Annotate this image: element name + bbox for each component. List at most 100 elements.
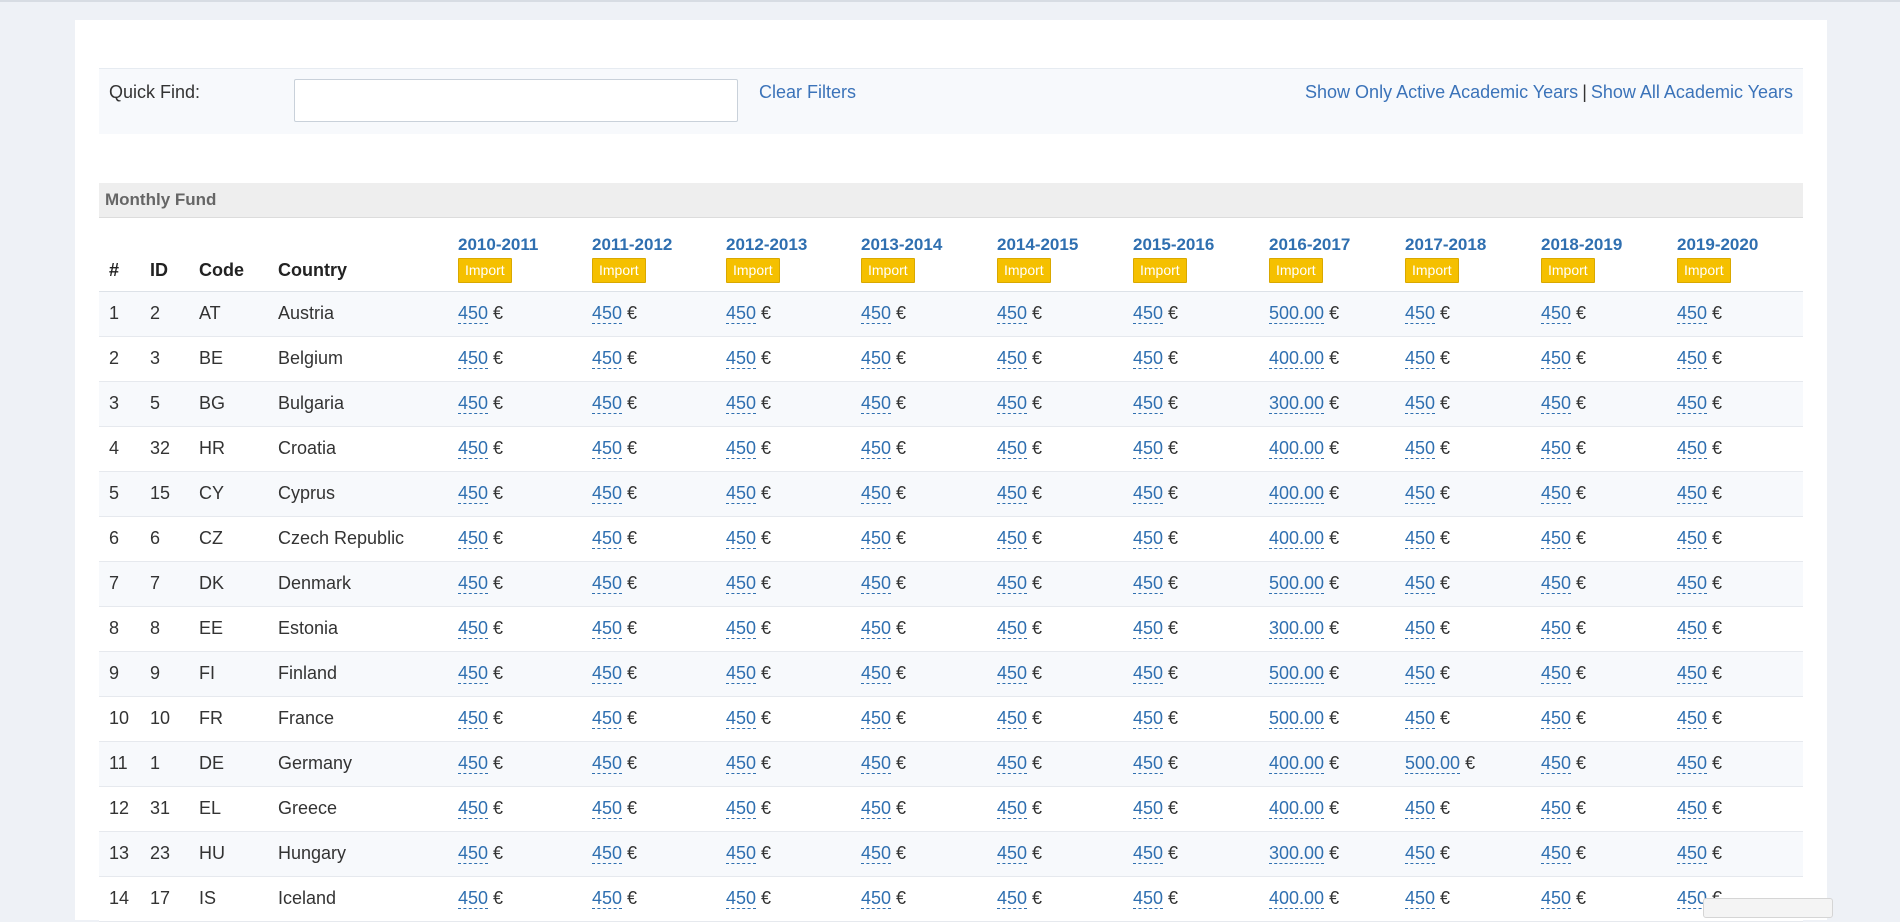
editable-amount[interactable]: 450	[1133, 798, 1164, 819]
year-label[interactable]: 2018-2019	[1541, 235, 1667, 255]
editable-amount[interactable]: 300.00	[1269, 393, 1325, 414]
editable-amount[interactable]: 450	[861, 843, 892, 864]
editable-amount[interactable]: 450	[861, 798, 892, 819]
editable-amount[interactable]: 450	[1541, 348, 1572, 369]
editable-amount[interactable]: 450	[592, 483, 623, 504]
editable-amount[interactable]: 450	[1405, 573, 1436, 594]
editable-amount[interactable]: 450	[1677, 843, 1708, 864]
import-button[interactable]: Import	[458, 257, 512, 283]
editable-amount[interactable]: 450	[458, 438, 489, 459]
import-button[interactable]: Import	[1405, 257, 1459, 283]
editable-amount[interactable]: 450	[458, 663, 489, 684]
editable-amount[interactable]: 450	[1405, 393, 1436, 414]
editable-amount[interactable]: 450	[592, 393, 623, 414]
column-header-num[interactable]: #	[99, 218, 140, 292]
editable-amount[interactable]: 450	[1405, 843, 1436, 864]
import-button[interactable]: Import	[1677, 257, 1731, 283]
editable-amount[interactable]: 400.00	[1269, 483, 1325, 504]
editable-amount[interactable]: 450	[1405, 888, 1436, 909]
show-active-years-link[interactable]: Show Only Active Academic Years	[1305, 82, 1578, 102]
editable-amount[interactable]: 450	[458, 843, 489, 864]
editable-amount[interactable]: 450	[592, 303, 623, 324]
editable-amount[interactable]: 450	[1541, 393, 1572, 414]
editable-amount[interactable]: 450	[1405, 483, 1436, 504]
year-label[interactable]: 2016-2017	[1269, 235, 1395, 255]
year-label[interactable]: 2014-2015	[997, 235, 1123, 255]
import-button[interactable]: Import	[1269, 257, 1323, 283]
column-header-id[interactable]: ID	[140, 218, 189, 292]
editable-amount[interactable]: 450	[592, 663, 623, 684]
editable-amount[interactable]: 450	[1133, 393, 1164, 414]
editable-amount[interactable]: 450	[1133, 438, 1164, 459]
editable-amount[interactable]: 450	[726, 393, 757, 414]
editable-amount[interactable]: 450	[1677, 618, 1708, 639]
editable-amount[interactable]: 450	[1133, 573, 1164, 594]
editable-amount[interactable]: 450	[861, 393, 892, 414]
editable-amount[interactable]: 450	[1541, 663, 1572, 684]
editable-amount[interactable]: 400.00	[1269, 888, 1325, 909]
editable-amount[interactable]: 450	[726, 573, 757, 594]
editable-amount[interactable]: 450	[861, 528, 892, 549]
editable-amount[interactable]: 450	[1405, 708, 1436, 729]
editable-amount[interactable]: 400.00	[1269, 753, 1325, 774]
editable-amount[interactable]: 450	[1133, 708, 1164, 729]
year-label[interactable]: 2017-2018	[1405, 235, 1531, 255]
year-label[interactable]: 2010-2011	[458, 235, 582, 255]
editable-amount[interactable]: 450	[861, 888, 892, 909]
editable-amount[interactable]: 500.00	[1269, 303, 1325, 324]
editable-amount[interactable]: 450	[861, 753, 892, 774]
editable-amount[interactable]: 450	[997, 483, 1028, 504]
editable-amount[interactable]: 450	[1541, 888, 1572, 909]
editable-amount[interactable]: 450	[726, 708, 757, 729]
editable-amount[interactable]: 450	[997, 753, 1028, 774]
editable-amount[interactable]: 450	[1405, 798, 1436, 819]
editable-amount[interactable]: 450	[458, 708, 489, 729]
editable-amount[interactable]: 450	[458, 618, 489, 639]
editable-amount[interactable]: 450	[726, 483, 757, 504]
editable-amount[interactable]: 450	[1541, 753, 1572, 774]
editable-amount[interactable]: 450	[1405, 348, 1436, 369]
editable-amount[interactable]: 450	[458, 348, 489, 369]
editable-amount[interactable]: 450	[1541, 618, 1572, 639]
editable-amount[interactable]: 450	[1405, 528, 1436, 549]
editable-amount[interactable]: 450	[997, 798, 1028, 819]
editable-amount[interactable]: 450	[1677, 573, 1708, 594]
editable-amount[interactable]: 450	[592, 348, 623, 369]
editable-amount[interactable]: 450	[997, 888, 1028, 909]
editable-amount[interactable]: 450	[1133, 888, 1164, 909]
editable-amount[interactable]: 450	[726, 528, 757, 549]
editable-amount[interactable]: 450	[1133, 483, 1164, 504]
editable-amount[interactable]: 450	[997, 393, 1028, 414]
editable-amount[interactable]: 300.00	[1269, 618, 1325, 639]
import-button[interactable]: Import	[997, 257, 1051, 283]
column-header-country[interactable]: Country	[268, 218, 448, 292]
editable-amount[interactable]: 450	[458, 303, 489, 324]
editable-amount[interactable]: 450	[997, 843, 1028, 864]
editable-amount[interactable]: 450	[861, 663, 892, 684]
editable-amount[interactable]: 450	[861, 483, 892, 504]
clear-filters-link[interactable]: Clear Filters	[759, 82, 856, 103]
editable-amount[interactable]: 450	[997, 303, 1028, 324]
editable-amount[interactable]: 450	[1133, 618, 1164, 639]
editable-amount[interactable]: 450	[726, 888, 757, 909]
editable-amount[interactable]: 450	[1677, 708, 1708, 729]
editable-amount[interactable]: 450	[861, 618, 892, 639]
editable-amount[interactable]: 450	[861, 708, 892, 729]
editable-amount[interactable]: 450	[1133, 753, 1164, 774]
editable-amount[interactable]: 450	[1677, 393, 1708, 414]
editable-amount[interactable]: 450	[1677, 663, 1708, 684]
editable-amount[interactable]: 450	[726, 438, 757, 459]
editable-amount[interactable]: 450	[861, 438, 892, 459]
editable-amount[interactable]: 450	[592, 798, 623, 819]
import-button[interactable]: Import	[592, 257, 646, 283]
editable-amount[interactable]: 450	[1541, 438, 1572, 459]
editable-amount[interactable]: 450	[1405, 303, 1436, 324]
editable-amount[interactable]: 450	[997, 663, 1028, 684]
editable-amount[interactable]: 500.00	[1405, 753, 1461, 774]
editable-amount[interactable]: 450	[458, 798, 489, 819]
year-label[interactable]: 2011-2012	[592, 235, 716, 255]
editable-amount[interactable]: 450	[1405, 663, 1436, 684]
editable-amount[interactable]: 450	[1133, 348, 1164, 369]
editable-amount[interactable]: 450	[1677, 438, 1708, 459]
editable-amount[interactable]: 500.00	[1269, 573, 1325, 594]
